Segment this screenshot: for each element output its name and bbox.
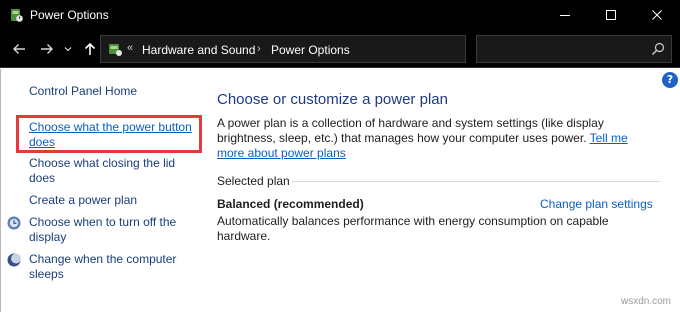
plan-name: Balanced (recommended) [217, 197, 364, 211]
search-icon[interactable] [651, 42, 665, 59]
forward-arrow-icon [41, 44, 53, 54]
sidebar: Control Panel Home Choose what the power… [0, 69, 202, 312]
help-icon[interactable]: ? [662, 72, 678, 88]
search-box[interactable] [476, 35, 672, 63]
sleep-moon-icon [6, 252, 22, 268]
sidebar-item-computer-sleeps[interactable]: Change when the computer sleeps [29, 252, 194, 282]
back-arrow-icon [13, 44, 25, 54]
overflow-chevron[interactable]: « [127, 42, 133, 54]
plan-description: Automatically balances performance with … [217, 214, 609, 243]
close-icon [652, 10, 662, 20]
control-panel-icon [107, 41, 123, 57]
sidebar-item-closing-lid[interactable]: Choose what closing the lid does [29, 156, 194, 186]
maximize-icon [606, 10, 616, 20]
sidebar-item-power-button[interactable]: Choose what the power button does [29, 120, 194, 150]
navigation-bar: « Hardware and Sound › Power Options [0, 30, 680, 68]
recent-locations-button[interactable] [62, 41, 74, 57]
selected-plan-label: Selected plan [217, 174, 290, 188]
page-title: Choose or customize a power plan [217, 91, 448, 108]
up-button[interactable] [81, 41, 99, 57]
breadcrumb-separator[interactable]: › [257, 43, 261, 55]
power-options-icon [8, 7, 24, 23]
breadcrumb-power-options[interactable]: Power Options [271, 43, 350, 57]
minimize-icon [560, 15, 570, 16]
section-divider [292, 181, 660, 182]
window-title: Power Options [30, 8, 109, 22]
sidebar-item-create-plan[interactable]: Create a power plan [29, 193, 194, 208]
main-content: Choose or customize a power plan A power… [216, 69, 666, 312]
search-input[interactable] [477, 36, 647, 62]
address-bar[interactable]: « Hardware and Sound › Power Options [100, 35, 555, 63]
chevron-down-icon [64, 47, 72, 52]
sidebar-item-turn-off-display[interactable]: Choose when to turn off the display [29, 215, 194, 245]
display-icon [6, 215, 22, 231]
forward-button[interactable] [38, 41, 56, 57]
watermark: wsxdn.com [621, 296, 672, 307]
description-text: A power plan is a collection of hardware… [217, 116, 604, 145]
close-button[interactable] [634, 0, 680, 30]
maximize-button[interactable] [588, 0, 634, 30]
page-description: A power plan is a collection of hardware… [217, 116, 653, 161]
change-plan-settings-link[interactable]: Change plan settings [540, 197, 653, 211]
minimize-button[interactable] [542, 0, 588, 30]
control-panel-home-link[interactable]: Control Panel Home [29, 84, 137, 98]
title-bar: Power Options [0, 0, 680, 30]
breadcrumb-hardware-and-sound[interactable]: Hardware and Sound [142, 43, 255, 57]
up-arrow-icon [84, 42, 96, 55]
back-button[interactable] [10, 41, 28, 57]
